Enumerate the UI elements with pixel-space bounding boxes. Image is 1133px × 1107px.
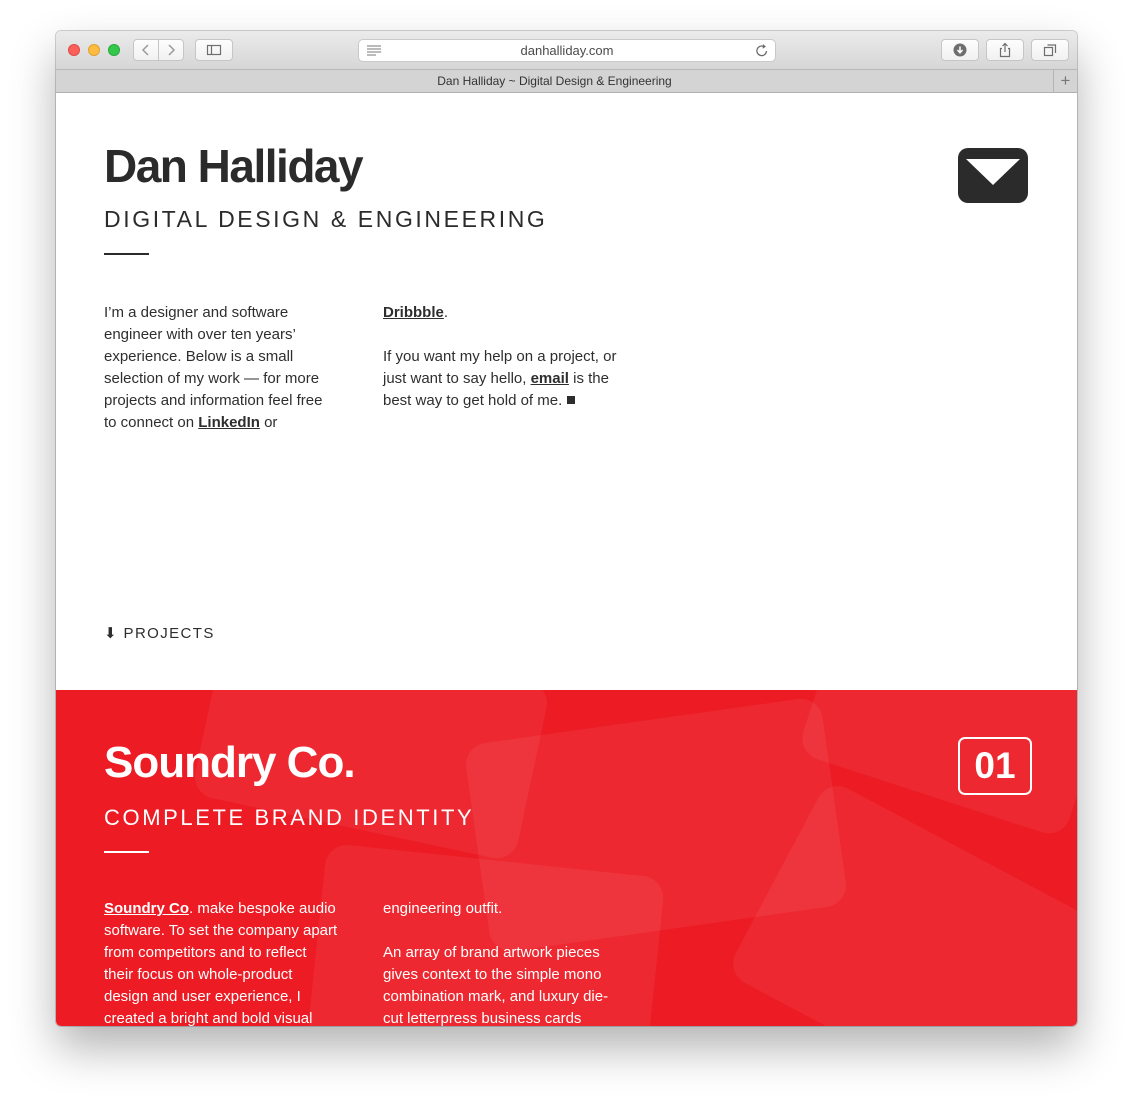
share-button[interactable] — [986, 39, 1024, 61]
reload-icon[interactable] — [755, 43, 769, 58]
downloads-button[interactable] — [941, 39, 979, 61]
new-tab-button[interactable]: + — [1053, 70, 1077, 93]
hero-section: Dan Halliday DIGITAL DESIGN & ENGINEERIN… — [56, 93, 1077, 690]
project-number-badge: 01 — [958, 737, 1032, 795]
intro-column-2: Dribbble. If you want my help on a proje… — [383, 302, 623, 434]
zoom-window-button[interactable] — [108, 44, 120, 56]
intro-text: I’m a designer and software engineer wit… — [104, 304, 323, 431]
end-mark — [567, 396, 576, 404]
intro-or-text: or — [259, 414, 278, 431]
back-button[interactable] — [133, 39, 159, 61]
browser-window: danhalliday.com Dan Halliday ~ Digital D… — [56, 31, 1077, 1026]
intro-column-1: I’m a designer and software engineer wit… — [104, 302, 334, 434]
project-text-3: An array of brand artwork pieces gives c… — [383, 944, 609, 1026]
url-text: danhalliday.com — [520, 43, 614, 58]
project-text-2: engineering outfit. — [383, 900, 503, 917]
forward-button[interactable] — [158, 39, 184, 61]
minimize-window-button[interactable] — [88, 44, 100, 56]
tabs-icon — [1043, 44, 1057, 57]
tab-bar: Dan Halliday ~ Digital Design & Engineer… — [56, 69, 1077, 93]
project-column-1: Soundry Co. make bespoke audio software.… — [104, 898, 339, 1026]
soundry-link[interactable]: Soundry Co — [104, 900, 189, 917]
tab-title[interactable]: Dan Halliday ~ Digital Design & Engineer… — [56, 74, 1053, 88]
project-subtitle: COMPLETE BRAND IDENTITY — [104, 805, 475, 830]
divider — [104, 253, 149, 255]
site-subtitle: DIGITAL DESIGN & ENGINEERING — [104, 206, 548, 232]
project-column-2: engineering outfit. An array of brand ar… — [383, 898, 623, 1026]
project-divider — [104, 851, 149, 853]
close-window-button[interactable] — [68, 44, 80, 56]
project-title: Soundry Co. — [104, 738, 356, 787]
intro-period: . — [443, 304, 449, 321]
dribbble-link[interactable]: Dribbble — [383, 304, 444, 321]
arrow-down-icon: ⬇ — [104, 625, 118, 642]
back-icon — [141, 44, 149, 56]
mail-icon[interactable] — [958, 148, 1028, 203]
site-title: Dan Halliday — [104, 140, 364, 192]
email-link[interactable]: email — [531, 370, 569, 387]
project-text-1: . make bespoke audio software. To set th… — [104, 900, 338, 1026]
page-content: Dan Halliday DIGITAL DESIGN & ENGINEERIN… — [56, 93, 1077, 1026]
project-section-soundry: Soundry Co. COMPLETE BRAND IDENTITY 01 S… — [56, 690, 1077, 1026]
linkedin-link[interactable]: LinkedIn — [198, 414, 260, 431]
projects-link[interactable]: ⬇ PROJECTS — [104, 624, 215, 642]
browser-toolbar: danhalliday.com — [56, 31, 1077, 69]
sidebar-button[interactable] — [195, 39, 233, 61]
forward-icon — [168, 44, 176, 56]
projects-label: PROJECTS — [123, 625, 215, 642]
tabs-overview-button[interactable] — [1031, 39, 1069, 61]
address-bar[interactable]: danhalliday.com — [358, 39, 776, 62]
share-icon — [999, 42, 1011, 58]
sidebar-icon — [206, 44, 222, 56]
download-icon — [953, 43, 967, 57]
